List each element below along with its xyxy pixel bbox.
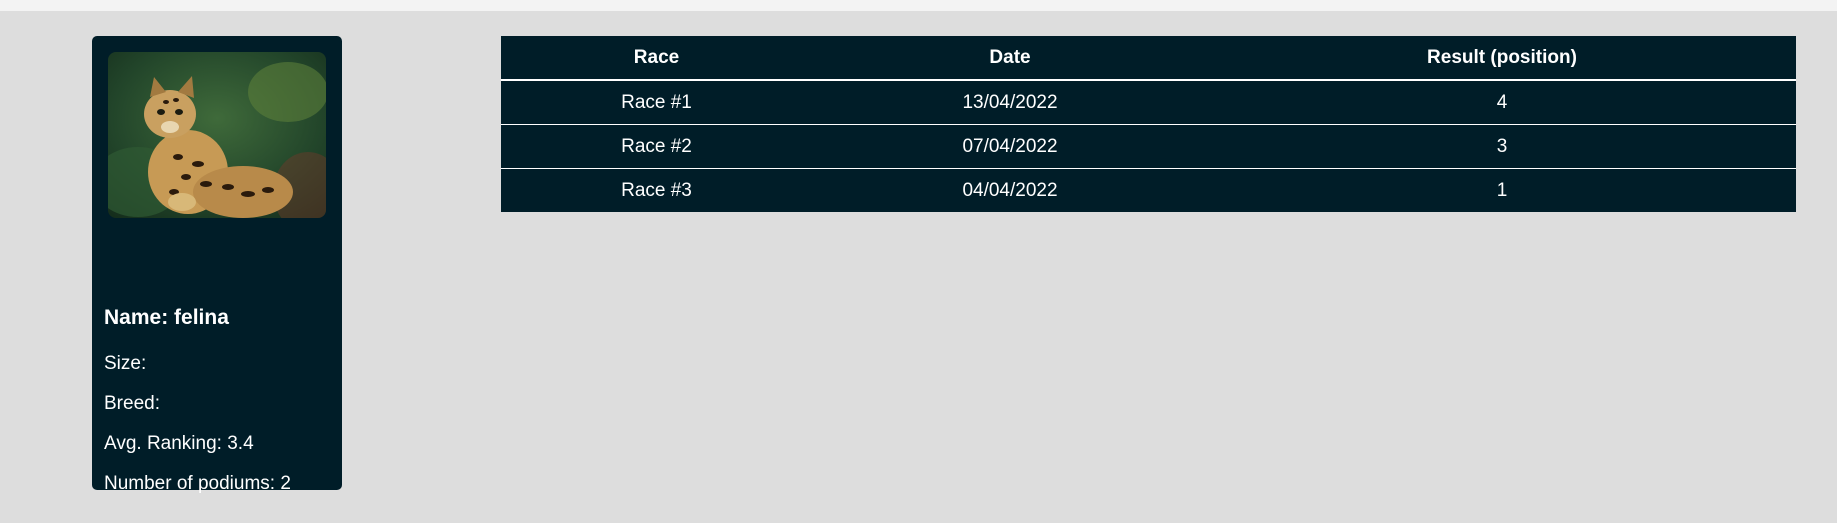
cat-photo xyxy=(108,52,326,218)
cat-profile-card: Name: felina Size: Breed: Avg. Ranking: … xyxy=(92,36,342,494)
cat-avg-ranking: Avg. Ranking: 3.4 xyxy=(104,433,254,454)
header-date: Date xyxy=(812,36,1208,81)
cell-race: Race #3 xyxy=(501,168,812,212)
cat-name: Name: felina xyxy=(104,306,229,329)
cell-race: Race #1 xyxy=(621,91,692,113)
cat-size: Size: xyxy=(104,353,147,374)
header-race: Race xyxy=(501,36,812,81)
cell-result: 4 xyxy=(1496,91,1508,113)
cat-breed: Breed: xyxy=(104,393,160,414)
cell-result: 3 xyxy=(1208,124,1796,169)
cell-date: 13/04/2022 xyxy=(962,91,1058,113)
cell-race: Race #2 xyxy=(501,124,812,169)
cell-result: 1 xyxy=(1208,168,1796,212)
table-row: Race #3 04/04/2022 1 xyxy=(501,168,1796,212)
table-row: Race #1 13/04/2022 4 xyxy=(501,80,1796,125)
top-bar xyxy=(0,0,1837,11)
table-header-row: Race Date Result (position) xyxy=(501,36,1796,81)
header-result: Result (position) xyxy=(1208,36,1796,81)
race-results-table: Race Date Result (position) Race #1 13/0… xyxy=(501,36,1796,212)
cat-podiums: Number of podiums: 2 xyxy=(104,473,291,494)
cell-date: 07/04/2022 xyxy=(812,124,1208,169)
cell-date: 04/04/2022 xyxy=(812,168,1208,212)
table-row: Race #2 07/04/2022 3 xyxy=(501,124,1796,169)
